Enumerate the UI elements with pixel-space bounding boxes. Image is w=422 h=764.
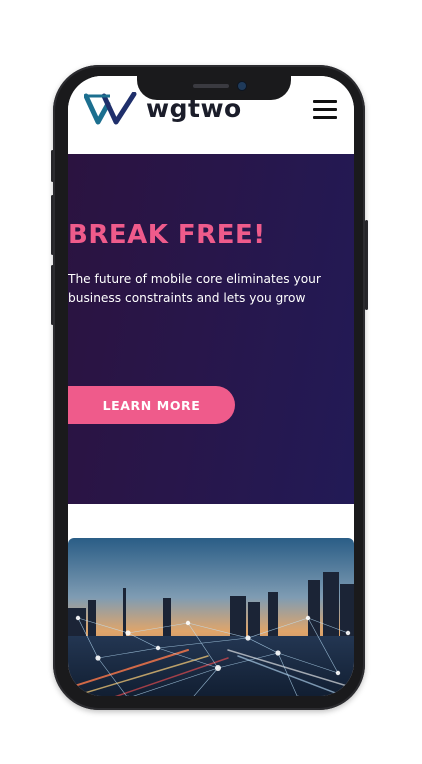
hero-title: BREAK FREE! [68, 220, 266, 250]
hamburger-menu-icon[interactable] [313, 98, 339, 122]
phone-power-button [365, 220, 368, 310]
city-network-illustration [68, 538, 354, 696]
speaker-grille [193, 84, 229, 88]
learn-more-button[interactable]: LEARN MORE [68, 386, 235, 424]
wgtwo-logo-icon[interactable] [84, 92, 138, 126]
city-network-image [68, 538, 354, 696]
hero-subtitle: The future of mobile core eliminates you… [68, 272, 321, 305]
phone-screen: wgtwo BREAK FREE! The future of mobile c… [68, 76, 354, 696]
front-camera-icon [238, 82, 246, 90]
hero-section: BREAK FREE! The future of mobile core el… [68, 154, 354, 504]
phone-mockup-stage: wgtwo BREAK FREE! The future of mobile c… [0, 0, 422, 764]
